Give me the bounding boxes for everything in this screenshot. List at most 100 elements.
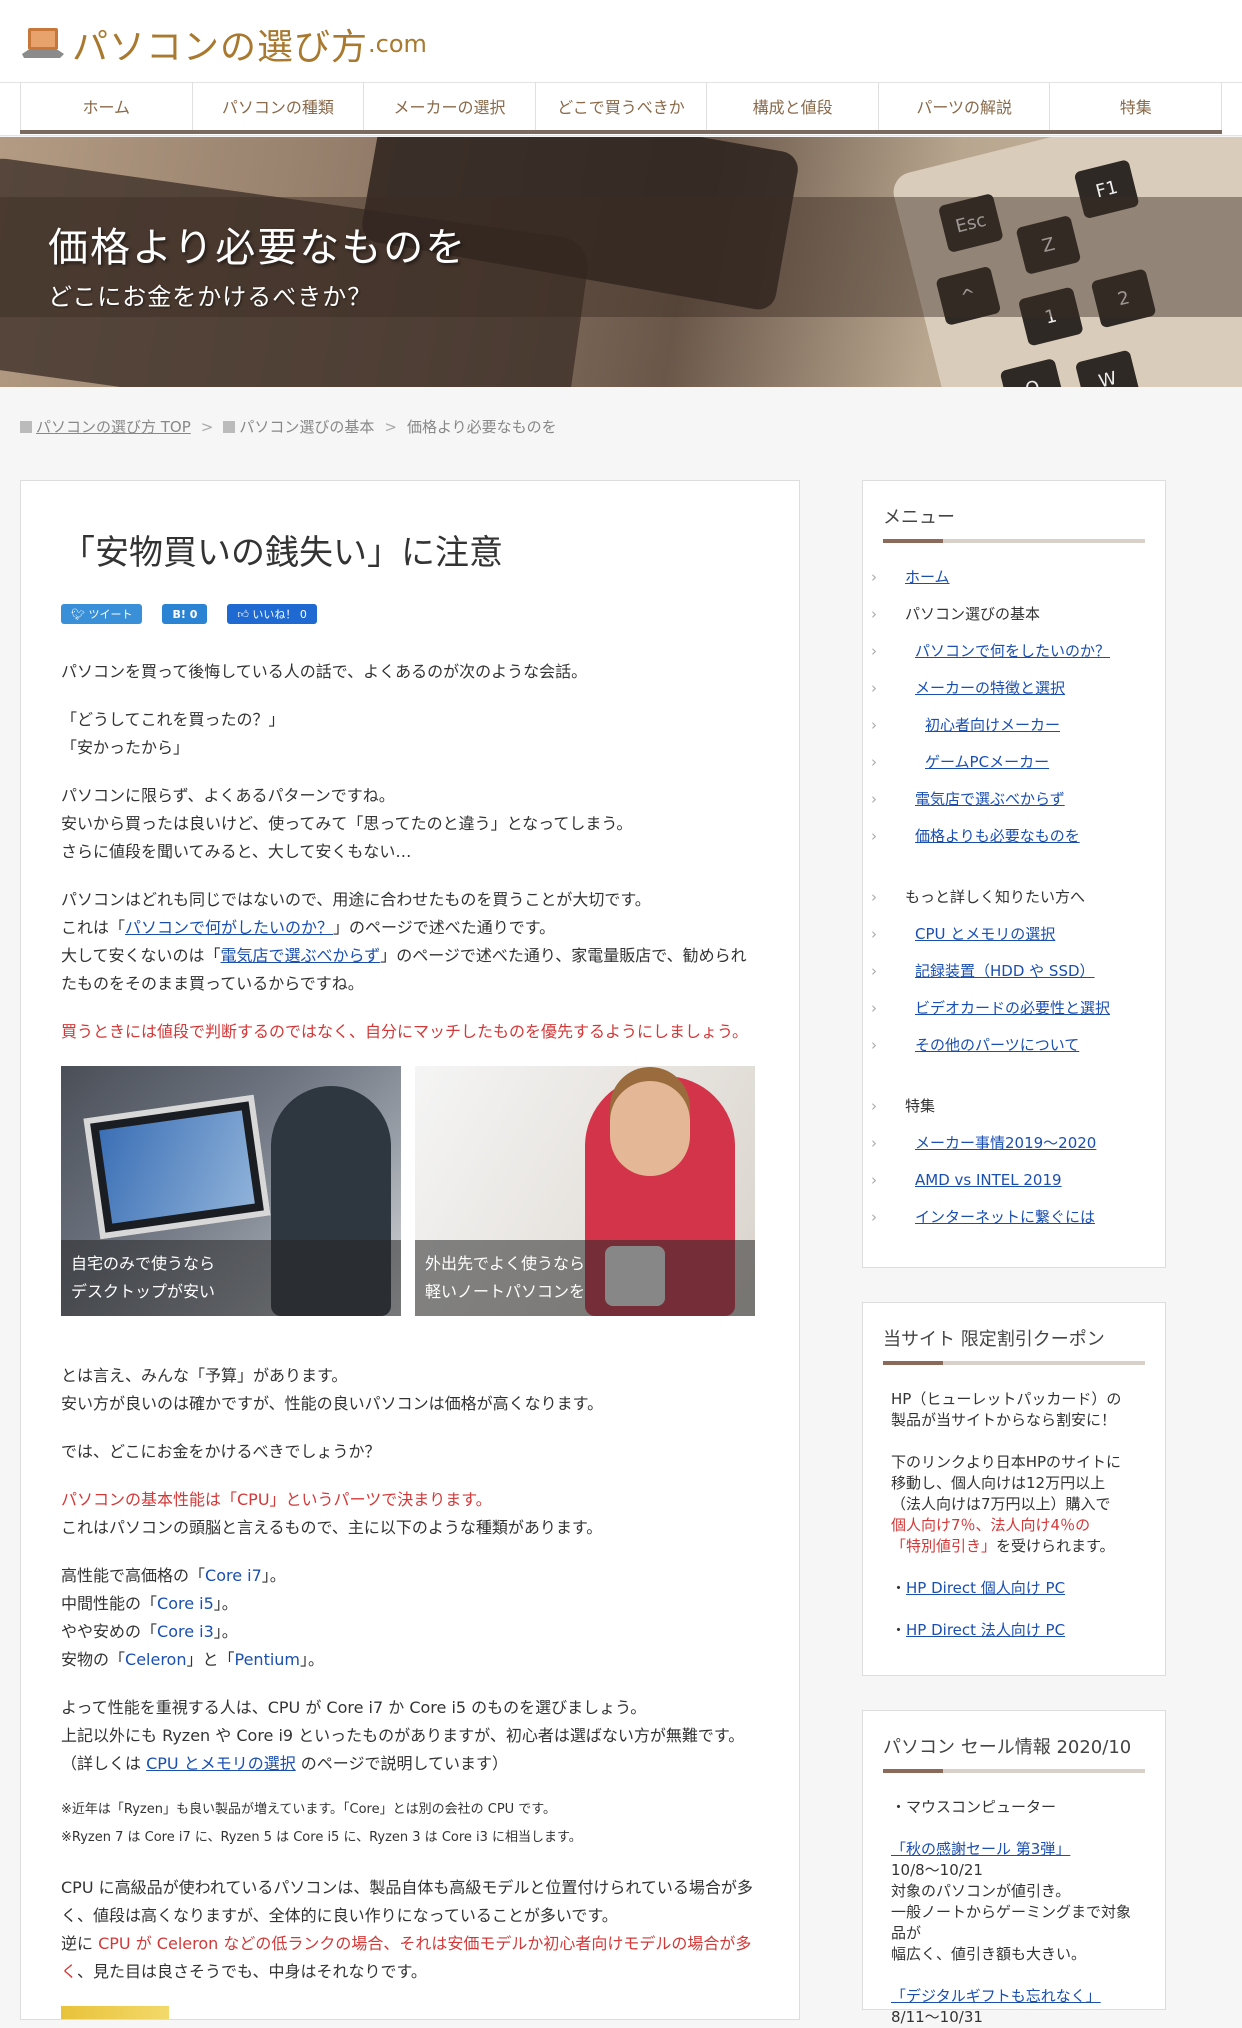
nav-feature[interactable]: 特集 [1049,82,1223,130]
breadcrumb-current: 価格より必要なものを [406,418,557,436]
sidebar-menu-link[interactable]: メーカー事情2019～2020 [915,1134,1096,1152]
caption-line: 外出先でよく使うなら [425,1254,586,1273]
sidebar-menu-item[interactable]: ホーム [871,559,1145,596]
breadcrumb: パソコンの選び方 TOP > パソコン選びの基本 > 価格より必要なものを [20,416,557,437]
global-nav: ホーム パソコンの種類 メーカーの選択 どこで買うべきか 構成と値段 パーツの解… [20,82,1223,134]
nav-parts[interactable]: パーツの解説 [877,82,1050,130]
breadcrumb-home-link[interactable]: パソコンの選び方 TOP [36,416,191,437]
paragraph: パソコンの基本性能は「CPU」というパーツで決まります。 これはパソコンの頭脳と… [61,1486,759,1542]
hp-direct-personal-link[interactable]: HP Direct 個人向け PC [906,1579,1065,1597]
nav-maker-choice[interactable]: メーカーの選択 [363,82,535,130]
sidebar-menu-link[interactable]: ホーム [905,568,950,586]
sidebar-menu-item[interactable]: その他のパーツについて [871,1027,1145,1064]
chevron-right-icon: > [200,417,214,436]
coupon-line: 「特別値引き」を受けられます。 [891,1537,1115,1555]
sidebar-menu-item[interactable]: 記録装置（HDD や SSD） [871,953,1145,990]
tweet-label: ツイート [88,608,133,621]
monitor-illustration [83,1094,271,1240]
sidebar-divider [883,1361,1145,1365]
sidebar-menu-item[interactable]: AMD vs INTEL 2019 [871,1162,1145,1199]
cpu-name: Core i7 [205,1566,262,1585]
text-fragment: 」のページで述べた通り、家電量販店で、勧められ [380,946,747,965]
logo-text: パソコンの選び方 [72,27,369,68]
sidebar-menu-link[interactable]: AMD vs INTEL 2019 [915,1171,1062,1189]
share-buttons: 🐦︎ ツイート B! 0 👍︎ いいね！ 0 [61,604,759,624]
sidebar-menu-item[interactable]: メーカー事情2019～2020 [871,1125,1145,1162]
sidebar-menu-item[interactable]: ゲームPCメーカー [871,744,1145,781]
sidebar-menu-link[interactable]: 記録装置（HDD や SSD） [915,962,1095,980]
hatena-bookmark-button[interactable]: B! 0 [162,604,208,624]
folder-icon [223,420,236,433]
text-line: 上記以外にも Ryzen や Core i9 といったものがありますが、初心者は… [61,1726,745,1745]
nav-where-to-buy[interactable]: どこで買うべきか [534,82,707,130]
sidebar-menu-link[interactable]: メーカーの特徴と選択 [915,679,1065,697]
text-line: く、見た目は良さそうでも、中身はそれなりです。 [61,1962,427,1981]
sidebar-menu-link[interactable]: パソコンで何をしたいのか？ [915,642,1110,660]
sale-link-gift[interactable]: 「デジタルギフトも忘れなく」 [891,1987,1101,2005]
link-cpu-memory[interactable]: CPU とメモリの選択 [146,1754,296,1773]
sidebar-menu-link[interactable]: 電気店で選ぶべからず [915,790,1065,808]
coupon-emphasis: 「特別値引き」 [891,1537,997,1555]
sidebar-menu-item[interactable]: CPU とメモリの選択 [871,916,1145,953]
nav-config-price[interactable]: 構成と値段 [706,82,878,130]
breadcrumb-category-link[interactable]: パソコン選びの基本 [239,416,374,437]
laptop-photo: 外出先でよく使うなら 軽いノートパソコンを [415,1066,755,1316]
sidebar-menu-heading: もっと詳しく知りたい方へ [905,888,1086,906]
coupon-body: HP（ヒューレットパッカード）の 製品が当サイトからなら割安に！ 下のリンクより… [891,1389,1137,1641]
text-line: 安いから買ったは良いけど、使ってみて「思ってたのと違う」となってしまう。 [61,814,633,833]
text-fragment: これは「 [61,918,126,937]
coupon-line: 製品が当サイトからなら割安に！ [891,1411,1117,1429]
note-line: ※近年は「Ryzen」も良い製品が増えています。「Core」とは別の会社の CP… [61,1802,557,1817]
sidebar-menu-link[interactable]: 初心者向けメーカー [925,716,1060,734]
note-line: ※Ryzen 7 は Core i7 に、Ryzen 5 は Core i5 に… [61,1830,582,1845]
paragraph: CPU に高級品が使われているパソコンは、製品自体も高級モデルと位置付けられてい… [61,1874,759,1986]
sidebar-menu-link[interactable]: インターネットに繋ぐには [915,1208,1095,1226]
paragraph: パソコンに限らず、よくあるパターンですね。 安いから買ったは良いけど、使ってみて… [61,782,759,866]
sidebar-menu-link[interactable]: ビデオカードの必要性と選択 [915,999,1110,1017]
sale-desc: 対象のパソコンが値引き。 [891,1882,1071,1900]
hero-key: Q [999,357,1066,387]
sale-date: 10/8～10/21 [891,1861,983,1879]
sale-link-autumn[interactable]: 「秋の感謝セール 第3弾」 [891,1840,1070,1858]
emphasis-text: CPU が Celeron などの低ランクの場合、それは安価モデルか初心者向けモ… [98,1934,752,1953]
sidebar-menu-link[interactable]: ゲームPCメーカー [925,753,1049,771]
sidebar-menu-link[interactable]: 価格よりも必要なものを [915,827,1080,845]
sidebar-menu-item[interactable]: 初心者向けメーカー [871,707,1145,744]
article-title: 「安物買いの銭失い」に注意 [61,533,503,573]
photo-caption: 自宅のみで使うなら デスクトップが安い [61,1240,401,1316]
tweet-button[interactable]: 🐦︎ ツイート [61,604,143,624]
coupon-title: 当サイト 限定割引クーポン [883,1329,1105,1350]
link-electronics-store[interactable]: 電気店で選ぶべからず [221,946,381,965]
paragraph: では、どこにお金をかけるべきでしょうか？ [61,1442,381,1461]
twitter-icon: 🐦︎ [71,607,89,621]
nav-pc-types[interactable]: パソコンの種類 [191,82,364,130]
sidebar-menu-item[interactable]: パソコンで何をしたいのか？ [871,633,1145,670]
paragraph: パソコンはどれも同じではないので、用途に合わせたものを買うことが大切です。 これ… [61,886,759,998]
nav-home[interactable]: ホーム [20,82,192,130]
logo-suffix: .com [368,30,427,58]
hp-direct-business-link[interactable]: HP Direct 法人向け PC [906,1621,1065,1639]
link-what-to-do[interactable]: パソコンで何がしたいのか？ [125,918,333,937]
sidebar-coupon: 当サイト 限定割引クーポン HP（ヒューレットパッカード）の 製品が当サイトから… [862,1302,1166,1676]
dialogue-line: 「どうしてこれを買ったの？」 [61,710,285,729]
sidebar-menu-item[interactable]: メーカーの特徴と選択 [871,670,1145,707]
photo-pair: 自宅のみで使うなら デスクトップが安い 外出先でよく使うなら 軽いノートパソコン… [61,1066,759,1316]
coupon-line: HP（ヒューレットパッカード）の [891,1390,1122,1408]
sidebar-divider [883,1769,1145,1773]
facebook-like-button[interactable]: 👍︎ いいね！ 0 [227,604,317,624]
sidebar-menu-item[interactable]: 価格よりも必要なものを [871,818,1145,855]
emphasis-line: パソコンの基本性能は「CPU」というパーツで決まります。 [61,1490,492,1509]
sidebar-menu-item[interactable]: インターネットに繋ぐには [871,1199,1145,1236]
sale-body: ・マウスコンピューター 「秋の感謝セール 第3弾」 10/8～10/21 対象の… [891,1797,1137,2028]
sidebar-menu-link[interactable]: CPU とメモリの選択 [915,925,1055,943]
caption-line: 自宅のみで使うなら [71,1254,216,1273]
emphasis-paragraph: 買うときには値段で判断するのではなく、自分にマッチしたものを優先するようにしまし… [61,1022,749,1041]
laptop-logo-icon [22,28,64,58]
sidebar-menu-link[interactable]: その他のパーツについて [915,1036,1079,1054]
coupon-link-row: ・HP Direct 法人向け PC [891,1621,1066,1639]
site-logo[interactable]: パソコンの選び方 .com [20,18,427,70]
sidebar-menu-item[interactable]: 電気店で選ぶべからず [871,781,1145,818]
sidebar-menu-title: メニュー [883,507,955,528]
sidebar-menu-item[interactable]: ビデオカードの必要性と選択 [871,990,1145,1027]
cpu-item: 高性能で高価格の「Core i7」。 [61,1566,286,1585]
